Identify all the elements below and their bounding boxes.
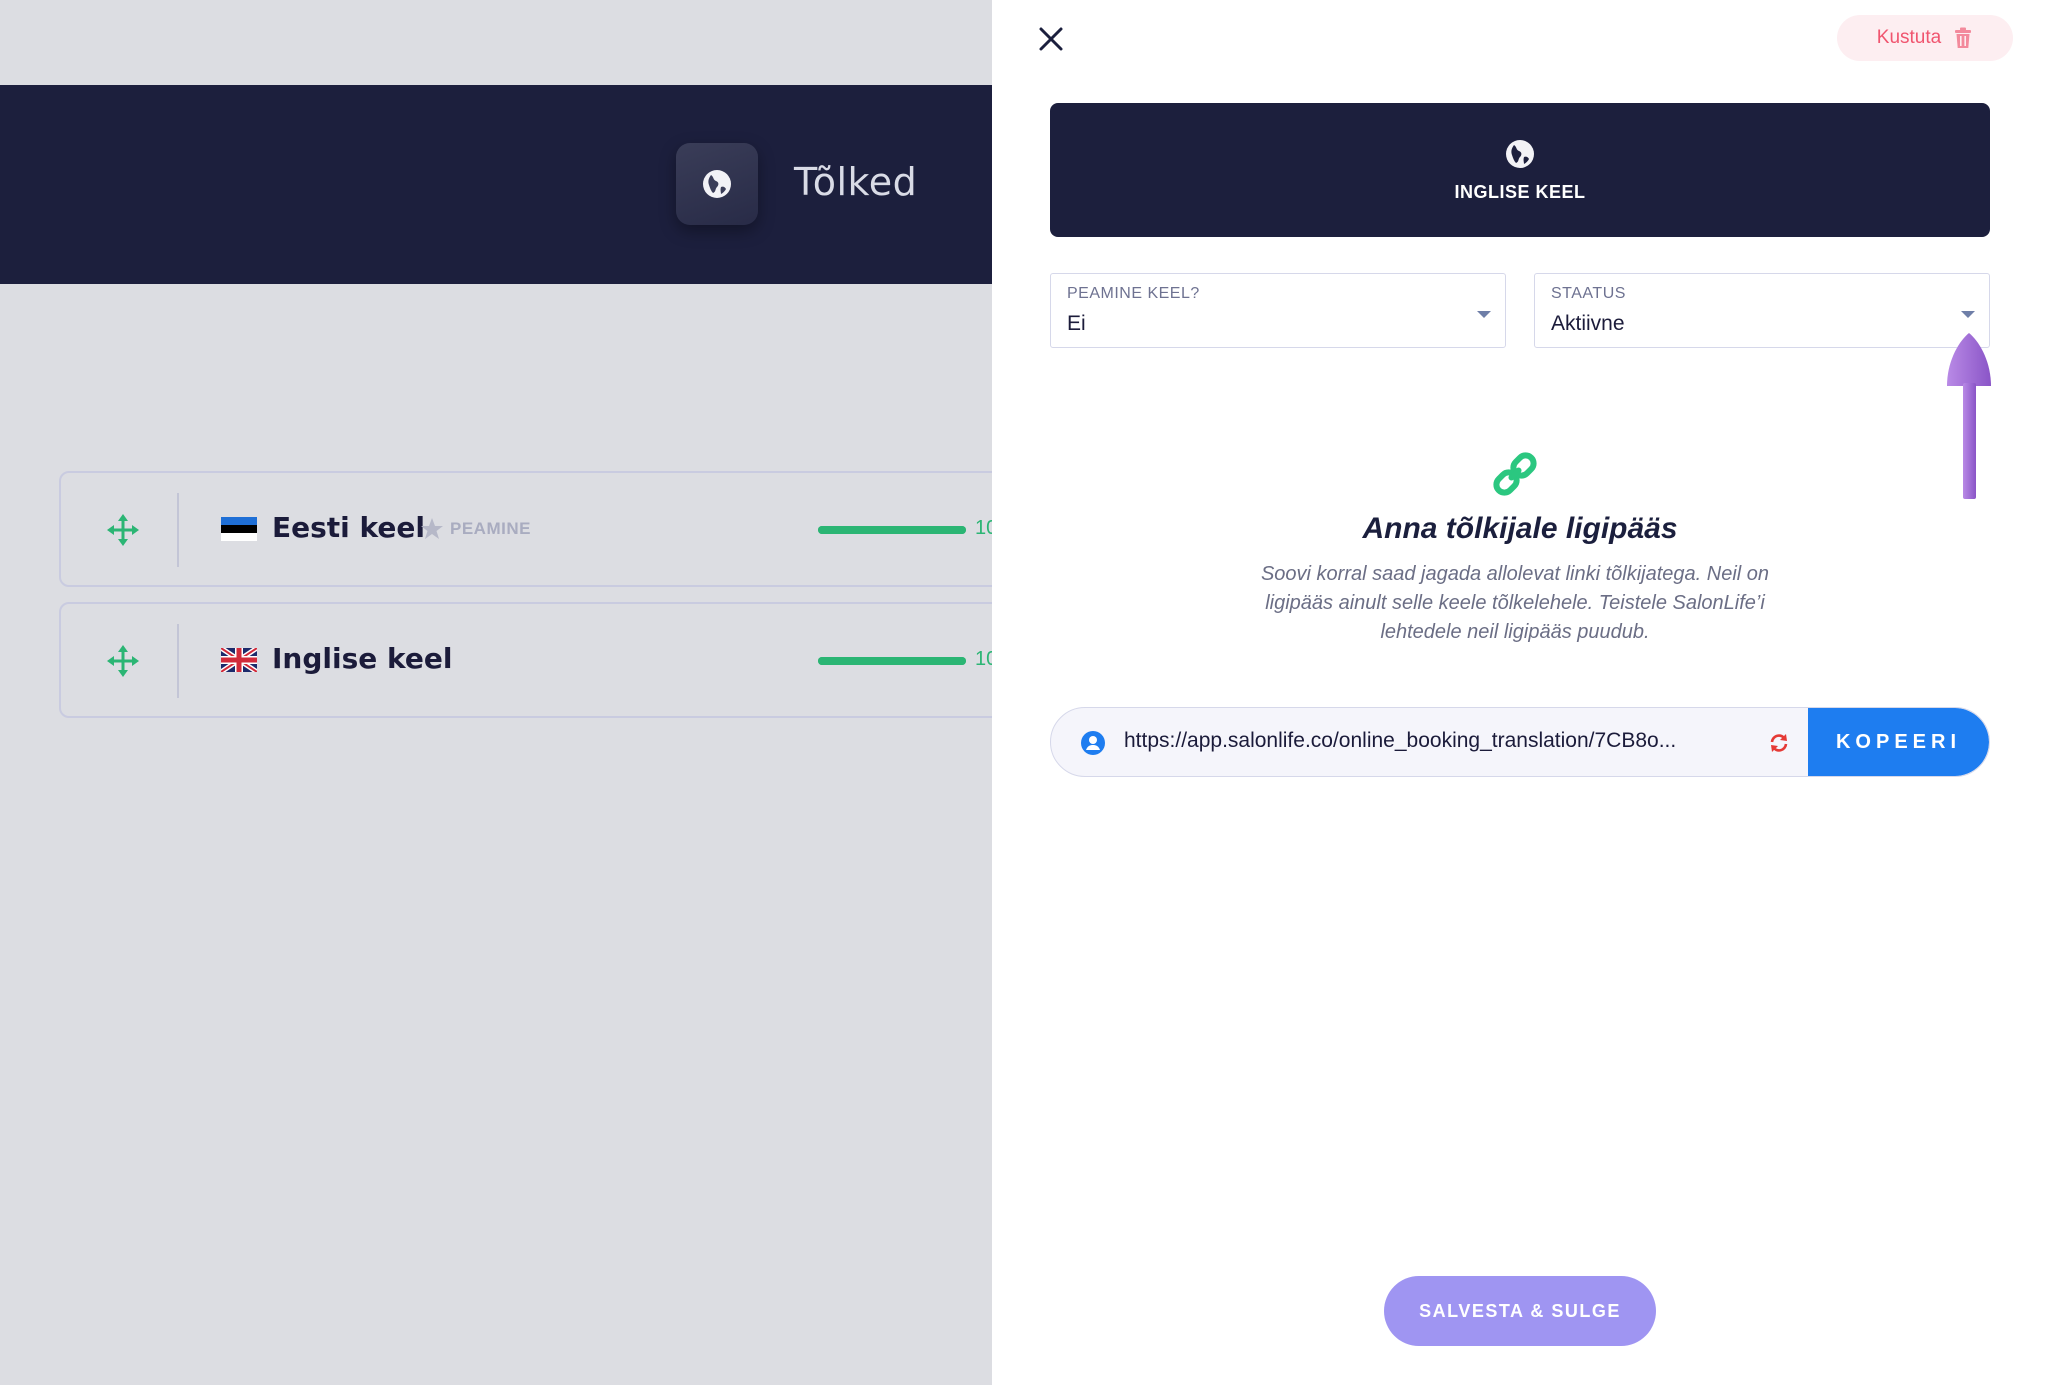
annotation-arrow-icon (1947, 333, 1991, 499)
page-title: Tõlked (794, 160, 918, 204)
main-language-select[interactable]: PEAMINE KEEL? Ei (1050, 273, 1506, 348)
language-name: Inglise keel (272, 642, 453, 675)
translation-progress-label: 10 (975, 648, 992, 670)
language-card: INGLISE KEEL (1050, 103, 1990, 237)
language-drawer: Kustuta INGLISE KEEL PEAMINE KEEL? Ei ST… (992, 0, 2048, 1385)
save-and-close-button[interactable]: SALVESTA & SULGE (1384, 1276, 1656, 1346)
globe-icon (1506, 139, 1534, 168)
translation-progress-label: 10 (975, 517, 992, 539)
main-language-value: Ei (1067, 312, 1086, 335)
copy-button[interactable]: KOPEERI (1808, 708, 1989, 776)
main-language-badge: PEAMINE (420, 517, 531, 541)
language-name: Eesti keel (272, 511, 425, 544)
link-icon (1493, 452, 1537, 496)
trash-icon (1955, 27, 1972, 48)
copy-label: KOPEERI (1835, 730, 1962, 753)
save-label: SALVESTA & SULGE (1419, 1300, 1621, 1321)
background-page: Tõlked Eesti keel PEAMINE 10 Inglise kee… (0, 0, 992, 1385)
status-value: Aktiivne (1551, 312, 1625, 335)
access-description: Soovi korral saad jagada allolevat linki… (1260, 563, 1770, 643)
flag-estonia-icon (221, 517, 257, 541)
delete-button[interactable]: Kustuta (1837, 15, 2013, 61)
refresh-icon[interactable] (1768, 732, 1790, 754)
flag-uk-icon (219, 645, 259, 675)
language-row-estonian[interactable]: Eesti keel PEAMINE 10 (59, 471, 992, 587)
status-label: STAATUS (1551, 285, 1626, 302)
share-link-bar: https://app.salonlife.co/online_booking_… (1050, 707, 1990, 777)
move-icon[interactable] (105, 512, 141, 548)
row-divider (177, 624, 179, 698)
top-strip (0, 0, 992, 85)
close-icon[interactable] (1034, 22, 1068, 56)
chevron-down-icon (1477, 311, 1491, 318)
main-language-label: PEAMINE KEEL? (1067, 285, 1200, 302)
move-icon[interactable] (105, 643, 141, 679)
row-divider (177, 493, 179, 567)
star-icon (421, 518, 443, 539)
status-select[interactable]: STAATUS Aktiivne (1534, 273, 1990, 348)
translation-progress-bar (818, 657, 966, 665)
access-title: Anna tõlkijale ligipääs (1362, 512, 1678, 545)
language-card-title: INGLISE KEEL (1454, 181, 1586, 202)
share-link-url[interactable]: https://app.salonlife.co/online_booking_… (1124, 729, 1754, 753)
user-icon (1081, 731, 1105, 755)
globe-icon (676, 143, 758, 225)
main-language-label: PEAMINE (450, 519, 531, 538)
chevron-down-icon (1961, 311, 1975, 318)
language-row-english[interactable]: Inglise keel 10 (59, 602, 992, 718)
translation-progress-bar (818, 526, 966, 534)
delete-label: Kustuta (1876, 27, 1942, 48)
